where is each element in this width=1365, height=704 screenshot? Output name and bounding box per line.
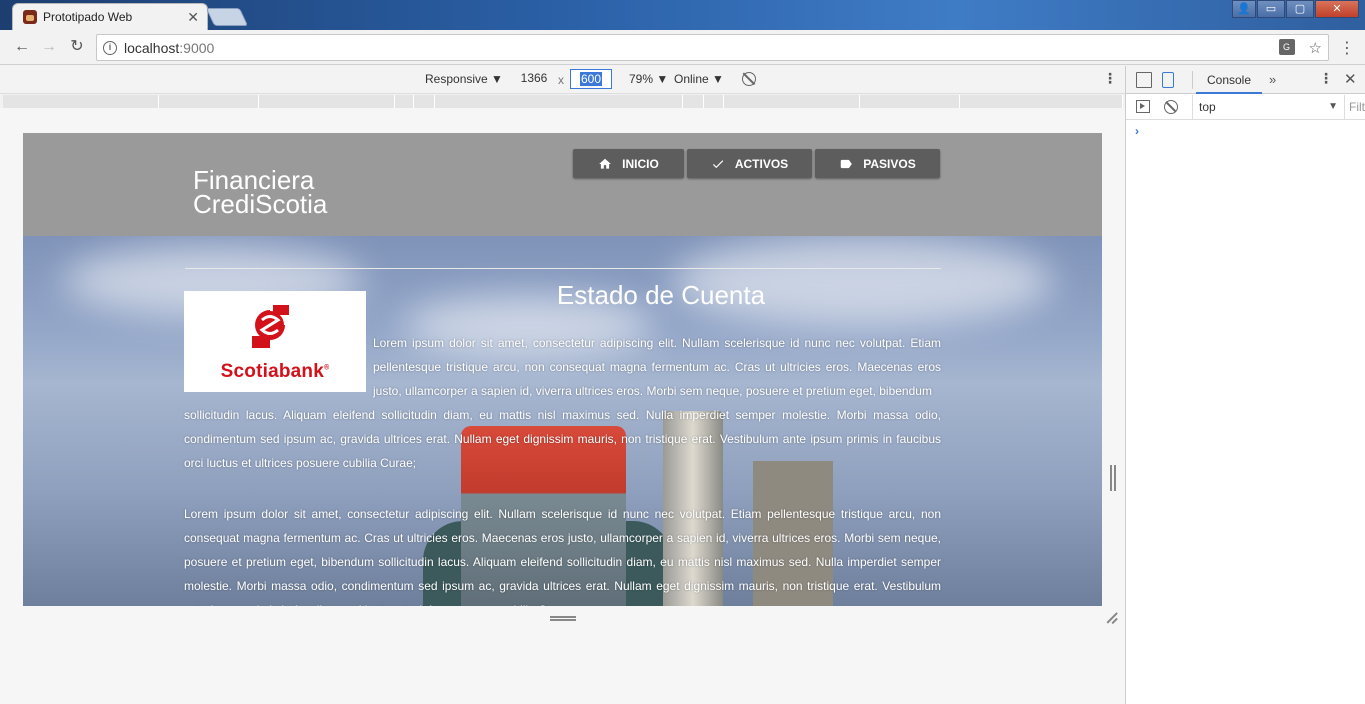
media-query-segment[interactable] xyxy=(960,95,1123,108)
rotate-icon[interactable] xyxy=(742,72,756,86)
media-query-segment[interactable] xyxy=(704,95,724,108)
tab-close-icon[interactable]: ✕ xyxy=(187,9,199,26)
tab-title: Prototipado Web xyxy=(43,10,133,24)
viewport-width-input[interactable]: 1366 xyxy=(513,69,555,89)
console-prompt[interactable]: › xyxy=(1135,124,1139,138)
paragraph-1-part-1: Lorem ipsum dolor sit amet, consectetur … xyxy=(373,336,941,398)
window-title-bar: Prototipado Web ✕ 👤 ▭ ▢ ✕ xyxy=(0,0,1365,30)
forward-arrow-icon[interactable]: → xyxy=(39,37,59,57)
console-filter-input[interactable]: Filter xyxy=(1344,95,1365,119)
check-icon xyxy=(712,159,724,168)
nav-inicio-button[interactable]: INICIO xyxy=(573,149,684,178)
more-tabs-icon[interactable]: » xyxy=(1269,72,1276,87)
context-value: top xyxy=(1199,100,1216,114)
site-info-icon[interactable]: i xyxy=(103,40,117,55)
page-viewport: Financiera CrediScotia INICIO ACTIVOS PA… xyxy=(23,133,1102,606)
site-favicon-icon xyxy=(23,10,37,24)
nav-activos-button[interactable]: ACTIVOS xyxy=(687,149,812,178)
toolbar-divider xyxy=(1192,71,1193,89)
translate-icon[interactable]: G xyxy=(1278,39,1295,55)
media-query-bar xyxy=(3,95,1123,108)
page-title: Estado de Cuenta xyxy=(556,280,766,310)
bookmark-star-icon[interactable]: ☆ xyxy=(1309,39,1322,57)
nav-activos-label: ACTIVOS xyxy=(734,156,789,171)
maximize-button[interactable]: ▢ xyxy=(1286,0,1314,18)
console-sidebar-icon[interactable] xyxy=(1136,100,1150,113)
device-toolbar-more-icon[interactable]: ⋮ xyxy=(1103,70,1117,87)
nav-pasivos-button[interactable]: PASIVOS xyxy=(815,149,940,178)
site-header: Financiera CrediScotia INICIO ACTIVOS PA… xyxy=(23,133,1102,236)
media-query-segment[interactable] xyxy=(860,95,960,108)
chevron-down-icon: ▼ xyxy=(1328,101,1338,112)
viewport-height-input[interactable]: 600 xyxy=(570,69,612,89)
back-arrow-icon[interactable]: ← xyxy=(12,37,32,57)
devtools-close-icon[interactable]: ✕ xyxy=(1344,70,1357,88)
reload-icon[interactable]: ↻ xyxy=(67,37,87,57)
viewport-resize-handle-corner[interactable] xyxy=(1106,612,1118,624)
device-toggle-icon[interactable] xyxy=(1162,72,1174,88)
paragraph-2: Lorem ipsum dolor sit amet, consectetur … xyxy=(184,507,941,606)
media-query-segment[interactable] xyxy=(724,95,860,108)
url-text: localhost:9000 xyxy=(124,39,215,56)
console-toolbar: top ▼ Filter xyxy=(1126,94,1365,120)
browser-toolbar: ← → ↻ i localhost:9000 G ☆ ⋮ xyxy=(0,30,1365,65)
devtools-menu-icon[interactable]: ⋮ xyxy=(1319,70,1333,87)
device-toolbar: Responsive ▼ 1366 x 600 79% ▼ Online ▼ ⋮ xyxy=(0,66,1125,94)
viewport-resize-handle-bottom[interactable] xyxy=(550,616,576,621)
user-profile-icon[interactable]: 👤 xyxy=(1232,0,1256,18)
media-query-segment[interactable] xyxy=(395,95,414,108)
viewport-resize-handle-right[interactable] xyxy=(1110,465,1116,491)
label-icon xyxy=(841,159,853,168)
hero-section: Scotiabank® Estado de Cuenta Lorem ipsum… xyxy=(23,236,1102,606)
media-query-segment[interactable] xyxy=(414,95,435,108)
media-query-segment[interactable] xyxy=(3,95,159,108)
close-window-button[interactable]: ✕ xyxy=(1315,0,1359,18)
site-brand[interactable]: Financiera CrediScotia xyxy=(193,167,328,219)
browser-tab[interactable]: Prototipado Web ✕ xyxy=(12,3,208,30)
inspect-element-icon[interactable] xyxy=(1136,72,1152,88)
minimize-button[interactable]: ▭ xyxy=(1257,0,1285,18)
window-controls: 👤 ▭ ▢ ✕ xyxy=(1231,0,1359,18)
network-throttle-select[interactable]: Online ▼ xyxy=(674,72,724,86)
media-query-segment[interactable] xyxy=(435,95,683,108)
new-tab-button[interactable] xyxy=(205,8,249,26)
devtools-tab-bar: Console » ⋮ ✕ xyxy=(1126,66,1365,94)
nav-pasivos-label: PASIVOS xyxy=(863,156,916,171)
brand-line-2: CrediScotia xyxy=(193,189,328,219)
paragraph-1-part-2: sollicitudin lacus. Aliquam eleifend sol… xyxy=(184,408,941,470)
media-query-segment[interactable] xyxy=(159,95,259,108)
scotiabank-s-icon xyxy=(252,305,289,348)
nav-inicio-label: INICIO xyxy=(622,156,659,171)
address-bar[interactable]: i localhost:9000 G ☆ xyxy=(96,34,1329,61)
logo-text: Scotiabank® xyxy=(220,361,330,382)
scotiabank-logo: Scotiabank® xyxy=(184,291,366,392)
media-query-segment[interactable] xyxy=(259,95,395,108)
emulated-viewport-area: Financiera CrediScotia INICIO ACTIVOS PA… xyxy=(0,108,1125,704)
home-icon xyxy=(599,158,611,169)
browser-menu-icon[interactable]: ⋮ xyxy=(1339,38,1355,58)
execution-context-select[interactable]: top ▼ xyxy=(1192,95,1342,119)
zoom-select[interactable]: 79% ▼ xyxy=(629,72,668,86)
divider xyxy=(185,268,941,269)
tab-console[interactable]: Console xyxy=(1196,66,1262,94)
clear-console-icon[interactable] xyxy=(1164,100,1178,114)
dimension-separator: x xyxy=(558,73,564,87)
media-query-segment[interactable] xyxy=(683,95,704,108)
device-mode-select[interactable]: Responsive ▼ xyxy=(425,72,503,86)
devtools-panel: Console » ⋮ ✕ top ▼ Filter › xyxy=(1125,66,1365,704)
